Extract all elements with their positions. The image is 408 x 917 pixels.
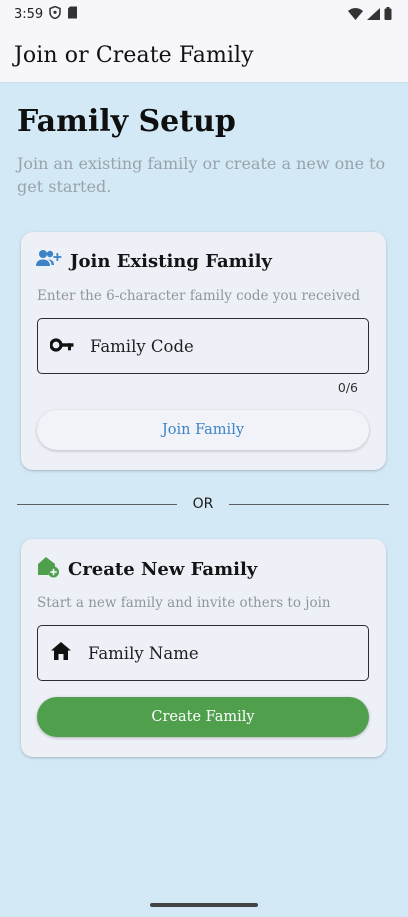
family-code-input[interactable]: Family Code bbox=[37, 318, 369, 374]
key-icon bbox=[49, 337, 74, 356]
status-bar: 3:59 bbox=[0, 0, 408, 28]
create-family-card: Create New Family Start a new family and… bbox=[21, 539, 386, 757]
home-indicator[interactable] bbox=[150, 903, 258, 907]
divider-line-left bbox=[17, 503, 177, 505]
page-subtitle: Join an existing family or create a new … bbox=[17, 154, 386, 196]
shield-icon bbox=[49, 5, 61, 23]
divider-line-right bbox=[229, 503, 389, 505]
or-divider: OR bbox=[17, 493, 389, 515]
join-family-button[interactable]: Join Family bbox=[37, 410, 369, 450]
home-icon bbox=[50, 642, 72, 664]
family-name-input[interactable]: Family Name bbox=[37, 625, 369, 681]
signal-icon bbox=[367, 5, 380, 24]
create-card-title: Create New Family bbox=[68, 558, 258, 580]
family-code-placeholder: Family Code bbox=[90, 336, 194, 356]
add-home-icon bbox=[36, 556, 60, 582]
divider-label: OR bbox=[192, 496, 214, 512]
wifi-icon bbox=[348, 5, 363, 24]
join-card-description: Enter the 6-character family code you re… bbox=[37, 288, 361, 304]
status-time: 3:59 bbox=[14, 6, 44, 22]
battery-icon bbox=[384, 5, 392, 24]
join-card-header: Join Existing Family bbox=[36, 249, 272, 273]
status-left: 3:59 bbox=[14, 5, 78, 23]
family-name-placeholder: Family Name bbox=[88, 643, 199, 663]
family-code-counter: 0/6 bbox=[337, 380, 358, 395]
create-family-button[interactable]: Create Family bbox=[37, 697, 369, 737]
join-family-card: Join Existing Family Enter the 6-charact… bbox=[21, 232, 386, 470]
group-add-icon bbox=[36, 249, 62, 273]
page-title: Family Setup bbox=[17, 104, 236, 139]
status-right bbox=[348, 5, 392, 24]
join-card-title: Join Existing Family bbox=[70, 250, 272, 272]
create-card-header: Create New Family bbox=[36, 556, 257, 582]
app-bar: Join or Create Family bbox=[0, 28, 408, 82]
app-bar-title: Join or Create Family bbox=[14, 42, 254, 68]
create-card-description: Start a new family and invite others to … bbox=[37, 595, 331, 611]
sd-card-icon bbox=[67, 6, 78, 23]
